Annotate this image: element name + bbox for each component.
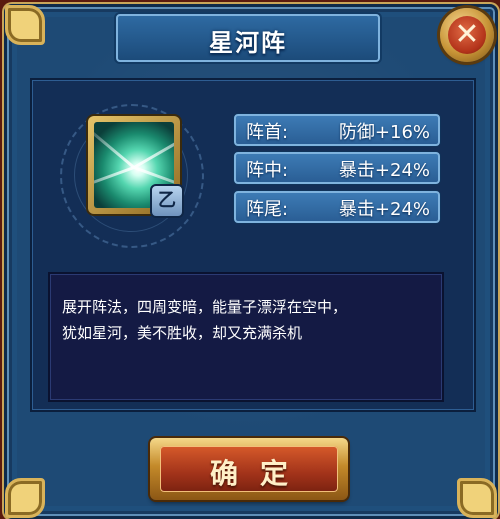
grade-badge: 乙: [150, 184, 184, 218]
stat-effect-value: 暴击+24%: [338, 199, 430, 220]
description-text: 展开阵法，四周变暗，能量子漂浮在空中， 犹如星河，美不胜收，却又充满杀机: [62, 294, 430, 346]
corner-ornament: [5, 478, 45, 518]
dialog-title: 星河阵: [209, 29, 287, 57]
confirm-button[interactable]: 确定: [150, 438, 348, 500]
description-line: 展开阵法，四周变暗，能量子漂浮在空中，: [62, 298, 348, 316]
confirm-button-face: 确定: [160, 446, 338, 492]
stat-row-middle: 阵中: 暴击+24%: [234, 152, 440, 184]
stat-row-head: 阵首: 防御+16%: [234, 114, 440, 146]
close-button[interactable]: ✕: [440, 8, 494, 62]
stat-position-label: 阵首:: [246, 122, 289, 143]
stat-row-tail: 阵尾: 暴击+24%: [234, 191, 440, 223]
stat-effect-value: 暴击+24%: [338, 160, 430, 181]
close-x-icon: ✕: [448, 16, 486, 54]
description-box: 展开阵法，四周变暗，能量子漂浮在空中， 犹如星河，美不胜收，却又充满杀机: [48, 272, 444, 402]
description-line: 犹如星河，美不胜收，却又充满杀机: [62, 324, 303, 342]
stat-effect-value: 防御+16%: [338, 122, 430, 143]
stat-position-label: 阵中:: [246, 160, 289, 181]
title-bar: 星河阵: [116, 14, 380, 62]
stat-position-label: 阵尾:: [246, 199, 289, 220]
corner-ornament: [457, 478, 497, 518]
corner-ornament: [5, 5, 45, 45]
confirm-button-label: 确定: [209, 457, 310, 490]
